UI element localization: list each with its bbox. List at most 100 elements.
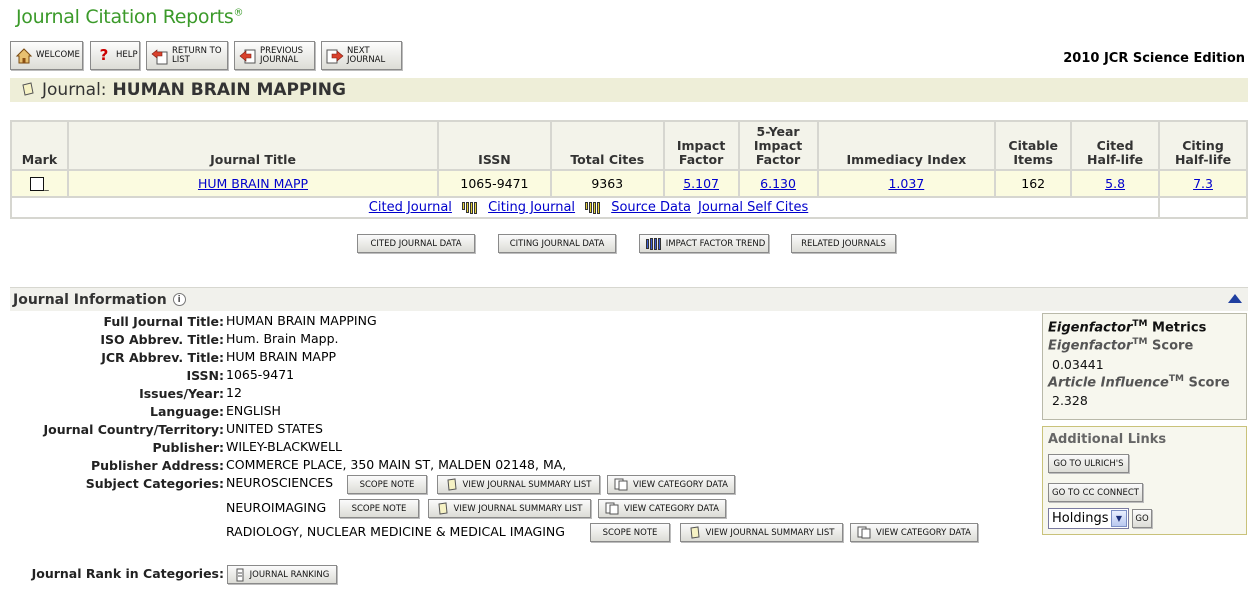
info-row: ISO Abbrev. Title: xyxy=(100,331,224,347)
sub-links-row: Cited Journal Citing Journal Source Data… xyxy=(9,196,1248,219)
bar-chart-icon xyxy=(585,201,601,214)
immediacy-link[interactable]: 1.037 xyxy=(888,176,924,191)
eigenfactor-metrics-box: EigenfactorTM Metrics EigenfactorTM Scor… xyxy=(1042,313,1247,420)
go-to-ulrichs-button[interactable]: GO TO ULRICH'S xyxy=(1048,454,1129,473)
info-row: Journal Rank in Categories: xyxy=(31,565,224,581)
page-icon xyxy=(689,526,701,539)
category-name: NEUROSCIENCES xyxy=(226,475,334,490)
col-cited-half-life: Cited Half-life xyxy=(1070,120,1161,171)
page-icon xyxy=(437,502,449,515)
info-value: COMMERCE PLACE, 350 MAIN ST, MALDEN 0214… xyxy=(226,457,567,472)
help-button[interactable]: ? HELP xyxy=(90,41,140,70)
col-total-cites: Total Cites xyxy=(549,120,665,171)
additional-links-box: Additional Links GO TO ULRICH'S GO TO CC… xyxy=(1042,426,1247,535)
info-row: ISSN: xyxy=(186,367,224,383)
pages-icon xyxy=(857,526,871,539)
journal-ranking-button[interactable]: JOURNAL RANKING xyxy=(227,565,337,584)
eigen-score-label: EigenfactorTM Score xyxy=(1048,337,1194,354)
col-mark: Mark xyxy=(10,120,69,171)
related-journals-button[interactable]: RELATED JOURNALS xyxy=(791,234,896,253)
ranking-icon xyxy=(235,568,245,582)
table-row: _ HUM BRAIN MAPP 1065-9471 9363 5.107 6.… xyxy=(10,169,1248,198)
journal-self-cites-link[interactable]: Journal Self Cites xyxy=(698,200,808,215)
bar-chart-icon xyxy=(461,201,477,214)
holdings-select[interactable]: Holdings ▼ xyxy=(1048,508,1129,529)
source-data-link[interactable]: Source Data xyxy=(611,200,691,215)
info-row: Journal Country/Territory: xyxy=(43,421,224,437)
citing-journal-data-button[interactable]: CITING JOURNAL DATA xyxy=(498,234,616,253)
welcome-button[interactable]: WELCOME xyxy=(10,41,83,70)
journal-name: HUMAN BRAIN MAPPING xyxy=(112,80,346,100)
view-journal-summary-button[interactable]: VIEW JOURNAL SUMMARY LIST xyxy=(680,523,843,542)
col-citable-items: Citable Items xyxy=(994,120,1073,171)
issn-value: 1065-9471 xyxy=(437,169,552,198)
go-button[interactable]: GO xyxy=(1132,509,1152,528)
category-name: NEUROIMAGING xyxy=(226,500,327,515)
cited-journal-data-button[interactable]: CITED JOURNAL DATA xyxy=(357,234,475,253)
scope-note-button[interactable]: SCOPE NOTE xyxy=(339,499,419,518)
category-name: RADIOLOGY, NUCLEAR MEDICINE & MEDICAL IM… xyxy=(226,524,565,539)
info-row: Publisher Address: xyxy=(90,457,224,473)
info-value: Hum. Brain Mapp. xyxy=(226,331,339,346)
journal-metrics-table: Mark Journal Title ISSN Total Cites Impa… xyxy=(9,120,1248,219)
info-icon[interactable]: i xyxy=(172,293,186,306)
info-value: WILEY-BLACKWELL xyxy=(226,439,342,454)
return-to-list-button[interactable]: RETURN TO LIST xyxy=(146,41,228,70)
info-row: Issues/Year: xyxy=(139,385,224,401)
edition-label: 2010 JCR Science Edition xyxy=(1063,51,1245,66)
info-value: ENGLISH xyxy=(226,403,281,418)
article-influence-value: 2.328 xyxy=(1052,392,1088,408)
pages-icon xyxy=(605,502,619,515)
citing-half-life-link[interactable]: 7.3 xyxy=(1193,176,1213,191)
scope-note-button[interactable]: SCOPE NOTE xyxy=(347,475,427,494)
header-row: Mark Journal Title ISSN Total Cites Impa… xyxy=(10,120,1248,171)
info-row: JCR Abbrev. Title: xyxy=(101,349,224,365)
view-category-data-button[interactable]: VIEW CATEGORY DATA xyxy=(607,475,735,494)
info-value: 12 xyxy=(226,385,242,400)
five-year-if-link[interactable]: 6.130 xyxy=(760,176,796,191)
collapse-arrow-icon[interactable] xyxy=(1228,294,1242,303)
page-icon xyxy=(446,478,458,491)
info-value: 1065-9471 xyxy=(226,367,295,382)
total-cites-value: 9363 xyxy=(549,169,665,198)
info-value: UNITED STATES xyxy=(226,421,323,436)
previous-journal-button[interactable]: PREVIOUS JOURNAL xyxy=(234,41,315,70)
view-category-data-button[interactable]: VIEW CATEGORY DATA xyxy=(850,523,978,542)
journal-title-link[interactable]: HUM BRAIN MAPP xyxy=(198,176,308,191)
article-influence-label: Article InfluenceTM Score xyxy=(1048,373,1230,390)
info-row: Subject Categories: xyxy=(85,475,224,491)
impact-factor-link[interactable]: 5.107 xyxy=(683,176,719,191)
next-journal-button[interactable]: NEXT JOURNAL xyxy=(321,41,402,70)
mark-checkbox[interactable] xyxy=(30,177,45,192)
col-immediacy: Immediacy Index xyxy=(816,120,997,171)
col-impact-factor: Impact Factor xyxy=(662,120,740,171)
bar-chart-icon xyxy=(645,237,661,250)
col-title: Journal Title xyxy=(66,120,440,171)
journal-information-header[interactable]: Journal Information i xyxy=(10,287,1248,311)
cited-journal-link[interactable]: Cited Journal xyxy=(369,200,452,215)
app-title: Journal Citation Reports® xyxy=(16,6,244,28)
journal-label: Journal: xyxy=(42,80,107,100)
go-to-cc-connect-button[interactable]: GO TO CC CONNECT xyxy=(1048,483,1143,502)
cited-half-life-link[interactable]: 5.8 xyxy=(1105,176,1125,191)
view-journal-summary-button[interactable]: VIEW JOURNAL SUMMARY LIST xyxy=(437,475,600,494)
view-journal-summary-button[interactable]: VIEW JOURNAL SUMMARY LIST xyxy=(428,499,591,518)
eigen-title: EigenfactorTM Metrics xyxy=(1048,319,1207,336)
col-citing-half-life: Citing Half-life xyxy=(1158,120,1248,171)
scope-note-button[interactable]: SCOPE NOTE xyxy=(590,523,670,542)
info-row: Publisher: xyxy=(152,439,224,455)
home-icon xyxy=(15,47,33,65)
arrow-left-icon xyxy=(239,47,257,65)
citing-journal-link[interactable]: Citing Journal xyxy=(488,200,575,215)
impact-factor-trend-button[interactable]: IMPACT FACTOR TREND xyxy=(639,234,769,253)
info-row: Full Journal Title: xyxy=(103,313,224,329)
chevron-down-icon: ▼ xyxy=(1111,510,1127,527)
arrow-right-icon xyxy=(326,47,344,65)
citable-items-value: 162 xyxy=(994,169,1073,198)
col-issn: ISSN xyxy=(437,120,552,171)
eigen-score-value: 0.03441 xyxy=(1052,356,1104,372)
col-five-year-if: 5-Year Impact Factor xyxy=(737,120,819,171)
info-value: HUM BRAIN MAPP xyxy=(226,349,337,364)
additional-links-title: Additional Links xyxy=(1048,432,1167,447)
view-category-data-button[interactable]: VIEW CATEGORY DATA xyxy=(598,499,726,518)
